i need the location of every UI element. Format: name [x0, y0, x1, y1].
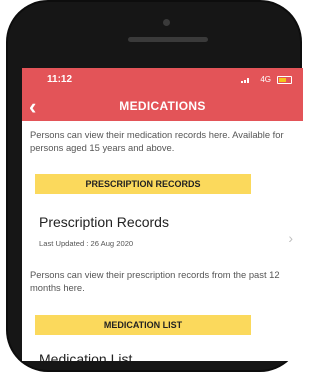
signal-icon [241, 77, 251, 83]
last-updated-label: Last Updated : 26 Aug 2020 [39, 239, 134, 248]
row-title[interactable]: Medication List [39, 351, 132, 361]
speaker-grille [128, 37, 208, 42]
status-time: 11:12 [47, 74, 73, 85]
status-bar: 11:12 4G [22, 68, 303, 92]
row-title[interactable]: Prescription Records [39, 214, 169, 230]
chevron-right-icon[interactable]: › [288, 230, 293, 246]
app-screen: 11:12 4G ‹ MEDICATIONS Persons can view … [22, 68, 303, 361]
section-banner-medication-list: MEDICATION LIST [35, 315, 251, 335]
section-banner-prescription: PRESCRIPTION RECORDS [35, 174, 251, 194]
page-title: MEDICATIONS [119, 99, 206, 113]
prescription-description: Persons can view their prescription reco… [30, 269, 280, 293]
intro-text: Persons can view their medication record… [30, 129, 284, 153]
network-label: 4G [260, 75, 271, 84]
camera-icon [163, 19, 170, 26]
battery-icon [277, 76, 292, 84]
app-bar: ‹ MEDICATIONS [22, 92, 303, 121]
